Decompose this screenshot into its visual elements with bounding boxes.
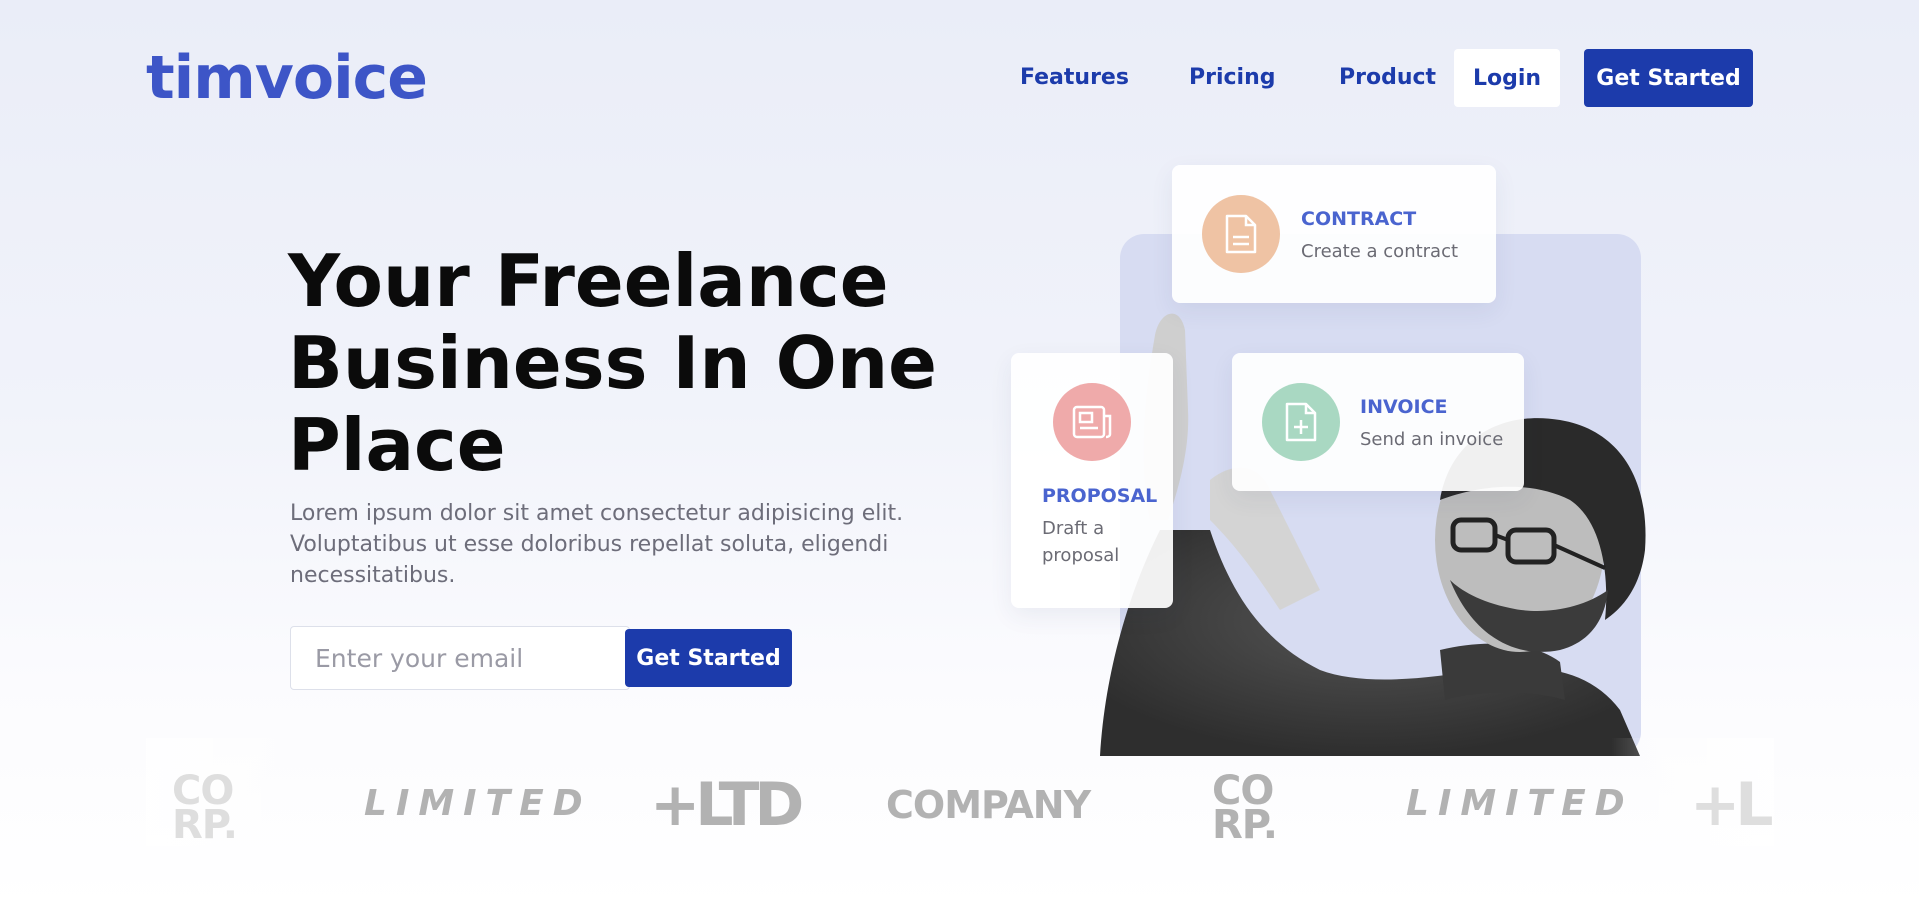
invoice-card[interactable]: INVOICE Send an invoice <box>1232 353 1524 491</box>
company-brand-logo: COMPANY <box>886 783 1091 827</box>
invoice-card-subtitle-text: Send an invoice <box>1360 429 1504 450</box>
login-button[interactable]: Login <box>1454 49 1560 107</box>
proposal-card[interactable]: PROPOSAL Draft a proposal <box>1011 353 1173 608</box>
email-input[interactable] <box>290 626 630 690</box>
contract-card-title: CONTRACT <box>1301 208 1417 230</box>
hero-get-started-button[interactable]: Get Started <box>625 629 792 687</box>
proposal-card-subtitle-line: Draft a <box>1042 518 1105 539</box>
ltd-brand-logo: +LTD <box>650 770 804 840</box>
ltd-brand-logo: +L <box>1690 770 1773 840</box>
hero-title-line: Your Freelance <box>288 239 889 323</box>
limited-brand-logo: LIMITED <box>1406 783 1634 824</box>
contract-card[interactable]: CONTRACT Create a contract <box>1172 165 1496 303</box>
hero-description-line: Voluptatibus ut esse doloribus repellat … <box>290 532 889 557</box>
corp-brand-logo: CO RP. <box>1212 771 1278 848</box>
brand-logo[interactable]: timvoice <box>146 46 428 110</box>
document-icon <box>1202 195 1280 273</box>
corp-brand-logo: CO RP. <box>172 771 238 848</box>
hero-title-line: Place <box>288 403 506 487</box>
newspaper-icon <box>1053 383 1131 461</box>
nav-features-link[interactable]: Features <box>1020 65 1129 90</box>
hero-title: Your Freelance Business In One Place <box>288 239 937 487</box>
nav-product-link[interactable]: Product <box>1339 65 1436 90</box>
header-get-started-button[interactable]: Get Started <box>1584 49 1753 107</box>
hero-description-line: necessitatibus. <box>290 563 456 588</box>
contract-card-subtitle: Create a contract <box>1301 238 1458 265</box>
hero-description: Lorem ipsum dolor sit amet consectetur a… <box>290 498 904 591</box>
proposal-card-subtitle: Draft a proposal <box>1042 515 1119 569</box>
hero-title-line: Business In One <box>288 321 937 405</box>
invoice-card-title: INVOICE <box>1360 396 1448 418</box>
nav-pricing-link[interactable]: Pricing <box>1189 65 1276 90</box>
corp-logo-line: RP. <box>1212 802 1278 848</box>
invoice-card-subtitle: Send an invoice <box>1360 426 1503 453</box>
corp-logo-line: RP. <box>172 802 238 848</box>
hero-description-line: Lorem ipsum dolor sit amet consectetur a… <box>290 501 904 526</box>
limited-brand-logo: LIMITED <box>364 783 592 824</box>
proposal-card-title: PROPOSAL <box>1042 485 1158 507</box>
file-plus-icon <box>1262 383 1340 461</box>
contract-card-subtitle-text: Create a contract <box>1301 241 1459 262</box>
proposal-card-subtitle-line: proposal <box>1042 545 1120 566</box>
